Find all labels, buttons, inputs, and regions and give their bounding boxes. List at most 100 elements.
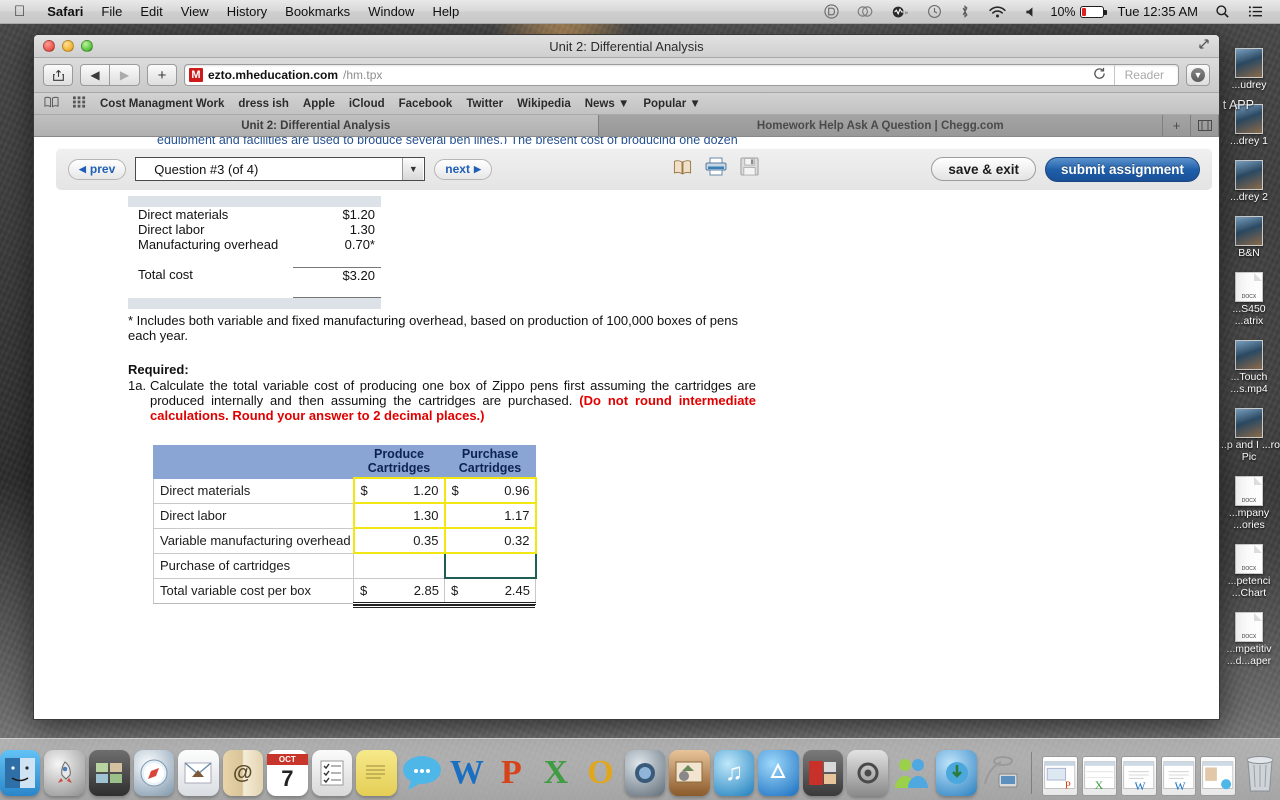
desktop-file-item[interactable]: ...petenci ...Chart <box>1218 544 1280 599</box>
reload-icon[interactable] <box>1093 67 1109 83</box>
dock-app-word[interactable]: W <box>447 750 488 796</box>
menu-item-safari[interactable]: Safari <box>38 4 92 19</box>
desktop-file-item[interactable]: ...mpany ...ories <box>1218 476 1280 531</box>
dock-trash[interactable] <box>1240 750 1280 796</box>
battery-indicator[interactable]: 10% <box>1047 5 1110 19</box>
time-machine-icon[interactable] <box>918 4 951 19</box>
dock-minimized-window-word-2[interactable]: W <box>1160 756 1197 796</box>
menu-item-window[interactable]: Window <box>359 4 423 19</box>
dock-app-contacts[interactable]: @ <box>222 750 264 796</box>
dock-app-system-preferences[interactable] <box>847 750 888 796</box>
menu-item-file[interactable]: File <box>92 4 131 19</box>
dock-app-mail[interactable] <box>178 750 219 796</box>
dock-app-outlook[interactable]: O <box>580 750 621 796</box>
dock-app-calendar[interactable]: OCT 7 <box>267 750 308 796</box>
bookmark-facebook[interactable]: Facebook <box>399 98 453 110</box>
dropbox-icon[interactable] <box>815 4 848 19</box>
menu-item-help[interactable]: Help <box>423 4 468 19</box>
dock-app-excel[interactable]: X <box>536 750 577 796</box>
downloads-icon[interactable]: ▼ <box>1186 64 1210 86</box>
dock-app-powerpoint[interactable]: P <box>491 750 532 796</box>
desktop-file-item[interactable]: B&N <box>1218 216 1280 259</box>
input-purchase-of-cartridges-purchase[interactable] <box>443 552 537 579</box>
bookmark-icloud[interactable]: iCloud <box>349 98 385 110</box>
dock-app-iphoto[interactable] <box>669 750 710 796</box>
bookmark-cost-managment-work[interactable]: Cost Managment Work <box>100 98 224 110</box>
dock-app-launchpad[interactable] <box>44 750 85 796</box>
dock-app-users[interactable] <box>892 750 933 796</box>
desktop-file-item[interactable]: ...mpetitiv ...d...aper <box>1218 612 1280 667</box>
next-question-button[interactable]: next ▶ <box>434 158 492 180</box>
fullscreen-icon[interactable] <box>1197 37 1219 56</box>
menu-item-bookmarks[interactable]: Bookmarks <box>276 4 359 19</box>
address-bar[interactable]: M ezto.mheducation.com /hm.tpx Reader <box>184 64 1179 86</box>
question-select[interactable]: Question #3 (of 4) ▼ <box>135 157 426 181</box>
save-and-exit-button[interactable]: save & exit <box>931 157 1036 181</box>
submit-assignment-button[interactable]: submit assignment <box>1044 156 1200 182</box>
input-purchase-of-cartridges-produce[interactable] <box>353 552 445 579</box>
dock-app-safari[interactable] <box>133 750 175 796</box>
bookmark-dress-ish[interactable]: dress ish <box>238 98 289 110</box>
dock-app-app-store[interactable] <box>758 750 799 796</box>
input-direct-labor-purchase[interactable]: 1.17 <box>443 502 537 529</box>
wifi-icon[interactable] <box>979 5 1016 19</box>
bookmark-popular-folder[interactable]: Popular ▼ <box>643 98 700 110</box>
dock-app-imovie[interactable] <box>802 750 844 796</box>
dock-app-download-globe[interactable] <box>936 750 977 796</box>
save-icon[interactable] <box>740 157 759 181</box>
search-icon[interactable] <box>1206 4 1239 19</box>
dock-minimized-window-word-1[interactable]: W <box>1121 756 1157 796</box>
bookmark-apple[interactable]: Apple <box>303 98 335 110</box>
top-sites-icon[interactable] <box>73 96 86 111</box>
menu-item-edit[interactable]: Edit <box>131 4 171 19</box>
menu-clock[interactable]: Tue 12:35 AM <box>1110 4 1206 19</box>
back-arrow-icon[interactable]: ◀ <box>80 64 110 86</box>
window-title-bar[interactable]: Unit 2: Differential Analysis <box>34 35 1219 58</box>
apple-logo-icon[interactable]:  <box>14 4 25 19</box>
input-direct-materials-produce[interactable]: $ 1.20 <box>352 477 446 504</box>
dock-app-finder[interactable] <box>0 750 41 796</box>
dock-minimized-window-excel[interactable]: X <box>1081 756 1118 796</box>
creative-cloud-icon[interactable] <box>848 4 882 19</box>
bookmark-news-folder[interactable]: News ▼ <box>585 98 630 110</box>
chevron-down-icon[interactable]: ▼ <box>402 158 424 180</box>
tab-unit-2-differential-analysis[interactable]: Unit 2: Differential Analysis <box>34 115 599 136</box>
desktop-file-item[interactable]: ...p and I ...ro Pic <box>1218 408 1280 463</box>
forward-arrow-icon[interactable]: ▶ <box>110 64 140 86</box>
dock-app-itunes[interactable]: ♫ <box>713 750 755 796</box>
book-sidebar-icon[interactable] <box>44 96 59 111</box>
bluetooth-icon[interactable] <box>951 4 979 19</box>
bookmark-wikipedia[interactable]: Wikipedia <box>517 98 571 110</box>
dock-app-notes[interactable] <box>356 750 397 796</box>
menu-item-view[interactable]: View <box>172 4 218 19</box>
new-tab-button[interactable]: + <box>1163 115 1191 136</box>
dock-app-messages[interactable] <box>401 750 443 796</box>
print-icon[interactable] <box>705 157 727 181</box>
dock-app-reminders[interactable] <box>311 750 353 796</box>
reader-button[interactable]: Reader <box>1113 65 1174 85</box>
desktop-file-item[interactable]: ...drey 2 <box>1218 160 1280 203</box>
menu-item-history[interactable]: History <box>218 4 276 19</box>
input-direct-labor-produce[interactable]: 1.30 <box>352 502 446 529</box>
ebook-icon[interactable] <box>673 159 692 180</box>
notification-center-icon[interactable] <box>1239 5 1272 18</box>
desktop-file-item[interactable]: ...udrey <box>1218 48 1280 91</box>
tab-overview-icon[interactable] <box>1191 115 1219 136</box>
dock-minimized-window-powerpoint[interactable]: P <box>1042 756 1078 796</box>
dock-app-mission-control[interactable] <box>89 750 130 796</box>
dock-app-quicktime[interactable] <box>624 750 666 796</box>
prev-question-button[interactable]: ◀ prev <box>68 158 127 180</box>
input-direct-materials-purchase[interactable]: $ 0.96 <box>443 477 537 504</box>
app-status-icon[interactable]: » <box>882 5 918 19</box>
input-variable-overhead-produce[interactable]: 0.35 <box>352 527 446 554</box>
dock-app-remote-desktop[interactable] <box>981 750 1022 796</box>
desktop-file-item[interactable]: ...S450 ...atrix <box>1218 272 1280 327</box>
tab-chegg-homework-help[interactable]: Homework Help Ask A Question | Chegg.com <box>598 115 1163 136</box>
share-icon[interactable] <box>43 64 73 86</box>
dock-minimized-window-messages[interactable] <box>1200 756 1236 796</box>
desktop-file-item[interactable]: ...Touch ...s.mp4 <box>1218 340 1280 395</box>
input-variable-overhead-purchase[interactable]: 0.32 <box>443 527 537 554</box>
bookmark-twitter[interactable]: Twitter <box>466 98 503 110</box>
volume-icon[interactable] <box>1016 5 1047 19</box>
add-tab-button[interactable]: + <box>147 64 177 86</box>
